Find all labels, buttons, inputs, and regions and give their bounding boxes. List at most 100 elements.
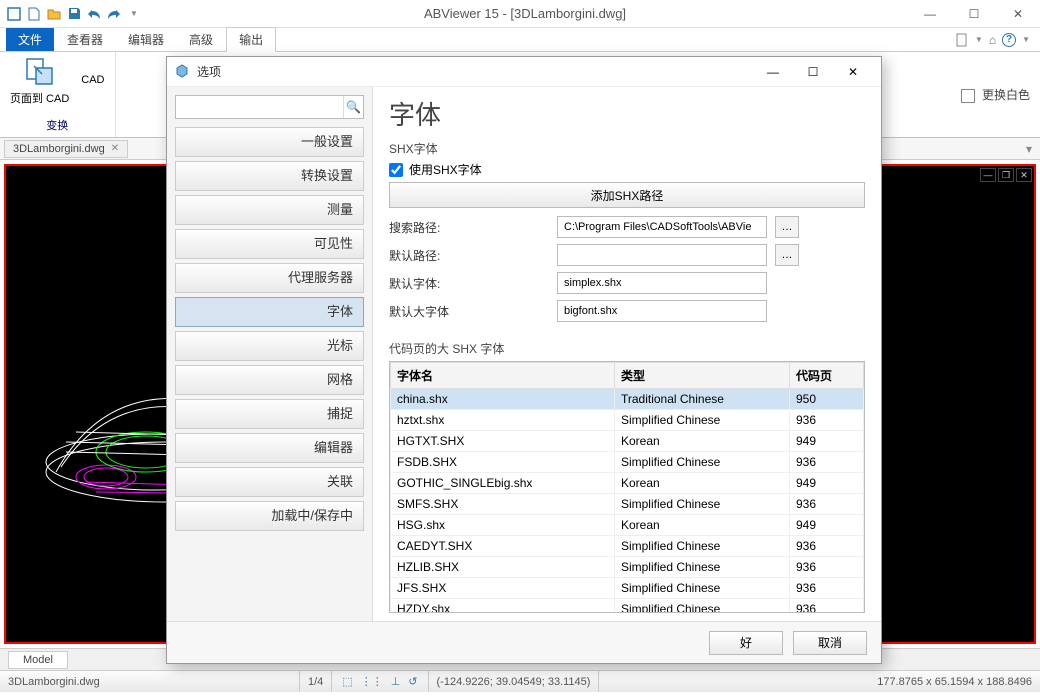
- statusbar: 3DLamborgini.dwg 1/4 ⬚ ⋮⋮ ⊥ ↺ (-124.9226…: [0, 670, 1040, 692]
- status-tool-1-icon[interactable]: ⬚: [340, 675, 354, 688]
- close-button[interactable]: ✕: [996, 0, 1040, 28]
- shx-table: 字体名 类型 代码页 china.shxTraditional Chinese9…: [390, 362, 864, 613]
- dialog-body: 🔍 一般设置转换设置测量可见性代理服务器字体光标网格捕捉编辑器关联加载中/保存中…: [167, 87, 881, 621]
- search-path-browse-button[interactable]: …: [775, 216, 799, 238]
- category-代理服务器[interactable]: 代理服务器: [175, 263, 364, 293]
- category-光标[interactable]: 光标: [175, 331, 364, 361]
- canvas-inner-controls: — ❐ ✕: [980, 168, 1032, 182]
- default-path-input[interactable]: [557, 244, 767, 266]
- ribbon-tab-file[interactable]: 文件: [6, 28, 54, 51]
- dialog-title: 选项: [197, 63, 221, 80]
- category-字体[interactable]: 字体: [175, 297, 364, 327]
- dialog-maximize-button[interactable]: ☐: [793, 57, 833, 87]
- table-row[interactable]: HSG.shxKorean949: [391, 515, 864, 536]
- default-bigfont-input[interactable]: [557, 300, 767, 322]
- category-捕捉[interactable]: 捕捉: [175, 399, 364, 429]
- category-测量[interactable]: 测量: [175, 195, 364, 225]
- options-dialog: 选项 — ☐ ✕ 🔍 一般设置转换设置测量可见性代理服务器字体光标网格捕捉编辑器…: [166, 56, 882, 664]
- canvas-restore-icon[interactable]: ❐: [998, 168, 1014, 182]
- status-coords: (-124.9226; 39.04549; 33.1145): [429, 671, 600, 692]
- dialog-heading: 字体: [389, 95, 865, 132]
- undo-icon[interactable]: [86, 6, 102, 22]
- table-row[interactable]: HZDY.shxSimplified Chinese936: [391, 599, 864, 614]
- cancel-button[interactable]: 取消: [793, 631, 867, 655]
- ok-button[interactable]: 好: [709, 631, 783, 655]
- dialog-close-button[interactable]: ✕: [833, 57, 873, 87]
- category-关联[interactable]: 关联: [175, 467, 364, 497]
- ribbon-home-icon[interactable]: ⌂: [989, 33, 996, 47]
- page-to-cad-label: 页面到 CAD: [10, 90, 69, 106]
- maximize-button[interactable]: ☐: [952, 0, 996, 28]
- shx-table-wrap[interactable]: 字体名 类型 代码页 china.shxTraditional Chinese9…: [389, 361, 865, 613]
- add-shx-path-button[interactable]: 添加SHX路径: [389, 182, 865, 208]
- save-icon[interactable]: [66, 6, 82, 22]
- canvas-min-icon[interactable]: —: [980, 168, 996, 182]
- table-row[interactable]: china.shxTraditional Chinese950: [391, 389, 864, 410]
- app-icon: [6, 6, 22, 22]
- ribbon-tab-advanced[interactable]: 高级: [177, 28, 225, 51]
- status-file: 3DLamborgini.dwg: [0, 671, 300, 692]
- table-row[interactable]: GOTHIC_SINGLEbig.shxKorean949: [391, 473, 864, 494]
- ribbon-help-icon[interactable]: ?: [1002, 33, 1016, 47]
- search-path-input[interactable]: [557, 216, 767, 238]
- use-shx-label: 使用SHX字体: [409, 161, 482, 178]
- ribbon-tab-output[interactable]: 输出: [226, 27, 276, 52]
- category-网格[interactable]: 网格: [175, 365, 364, 395]
- ribbon-right-icons: ▼ ⌂ ? ▼: [955, 33, 1040, 47]
- ribbon-help-dropdown[interactable]: ▼: [1022, 35, 1030, 44]
- redo-icon[interactable]: [106, 6, 122, 22]
- shx-group-label: SHX字体: [389, 140, 865, 157]
- default-font-label: 默认字体:: [389, 275, 549, 292]
- table-row[interactable]: HGTXT.SHXKorean949: [391, 431, 864, 452]
- category-编辑器[interactable]: 编辑器: [175, 433, 364, 463]
- col-codepage[interactable]: 代码页: [790, 363, 864, 389]
- doc-tabs-menu-icon[interactable]: ▾: [1026, 142, 1040, 156]
- page-to-cad-button[interactable]: 页面到 CAD: [10, 56, 69, 106]
- new-icon[interactable]: [26, 6, 42, 22]
- dialog-titlebar: 选项 — ☐ ✕: [167, 57, 881, 87]
- default-path-label: 默认路径:: [389, 247, 549, 264]
- table-row[interactable]: hztxt.shxSimplified Chinese936: [391, 410, 864, 431]
- table-row[interactable]: CAEDYT.SHXSimplified Chinese936: [391, 536, 864, 557]
- table-row[interactable]: SMFS.SHXSimplified Chinese936: [391, 494, 864, 515]
- dialog-sidebar: 🔍 一般设置转换设置测量可见性代理服务器字体光标网格捕捉编辑器关联加载中/保存中: [167, 87, 373, 621]
- col-type[interactable]: 类型: [614, 363, 789, 389]
- default-font-input[interactable]: [557, 272, 767, 294]
- doc-tab-close-icon[interactable]: ✕: [111, 143, 119, 154]
- status-tool-4-icon[interactable]: ↺: [406, 675, 419, 688]
- ribbon-doc-icon[interactable]: [955, 33, 969, 47]
- canvas-close-icon[interactable]: ✕: [1016, 168, 1032, 182]
- col-name[interactable]: 字体名: [391, 363, 615, 389]
- open-icon[interactable]: [46, 6, 62, 22]
- table-row[interactable]: HZLIB.SHXSimplified Chinese936: [391, 557, 864, 578]
- category-一般设置[interactable]: 一般设置: [175, 127, 364, 157]
- status-tool-2-icon[interactable]: ⋮⋮: [359, 675, 385, 688]
- table-row[interactable]: FSDB.SHXSimplified Chinese936: [391, 452, 864, 473]
- bg-white-label-text: 更换白色: [982, 88, 1030, 102]
- cad-label: CAD: [81, 74, 104, 86]
- status-dims: 177.8765 x 65.1594 x 188.8496: [869, 671, 1040, 692]
- dialog-search-input[interactable]: [176, 96, 343, 118]
- cad-button[interactable]: CAD: [81, 74, 104, 86]
- table-row[interactable]: JFS.SHXSimplified Chinese936: [391, 578, 864, 599]
- dialog-search: 🔍: [175, 95, 364, 119]
- main-titlebar: ▼ ABViewer 15 - [3DLamborgini.dwg] — ☐ ✕: [0, 0, 1040, 28]
- dialog-minimize-button[interactable]: —: [753, 57, 793, 87]
- ribbon-tab-viewer[interactable]: 查看器: [55, 28, 115, 51]
- minimize-button[interactable]: —: [908, 0, 952, 28]
- category-加载中/保存中[interactable]: 加载中/保存中: [175, 501, 364, 531]
- model-tab[interactable]: Model: [8, 651, 68, 669]
- default-bigfont-label: 默认大字体: [389, 303, 549, 320]
- use-shx-checkbox[interactable]: [389, 163, 403, 177]
- bg-white-icon: [961, 89, 975, 103]
- bg-white-toggle[interactable]: 更换白色: [961, 86, 1030, 103]
- category-转换设置[interactable]: 转换设置: [175, 161, 364, 191]
- default-path-browse-button[interactable]: …: [775, 244, 799, 266]
- qat-dropdown-icon[interactable]: ▼: [126, 6, 142, 22]
- search-icon[interactable]: 🔍: [343, 96, 363, 118]
- status-tool-3-icon[interactable]: ⊥: [389, 675, 403, 688]
- ribbon-doc-dropdown[interactable]: ▼: [975, 35, 983, 44]
- doc-tab[interactable]: 3DLamborgini.dwg ✕: [4, 140, 128, 158]
- ribbon-tab-editor[interactable]: 编辑器: [116, 28, 176, 51]
- category-可见性[interactable]: 可见性: [175, 229, 364, 259]
